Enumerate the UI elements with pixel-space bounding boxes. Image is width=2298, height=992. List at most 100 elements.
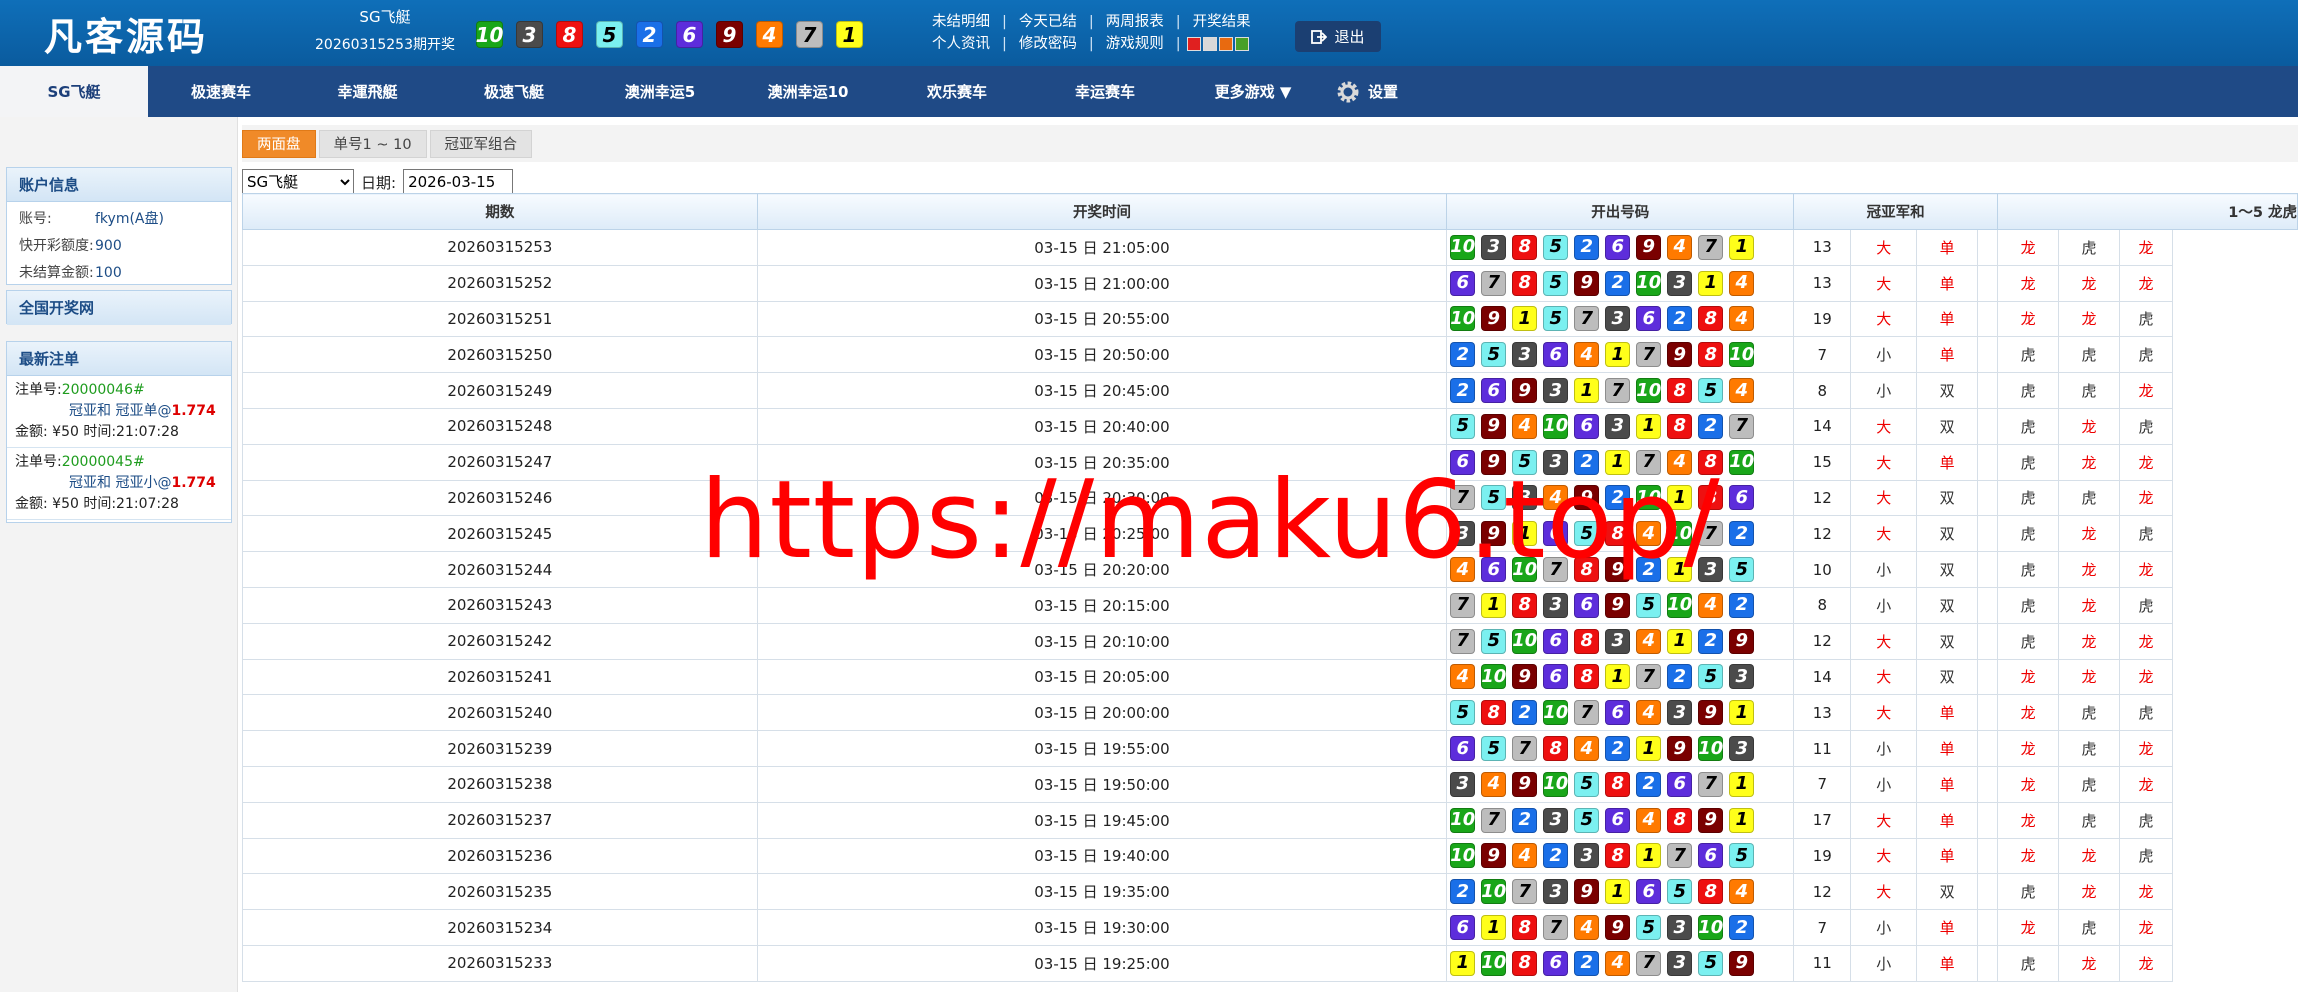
draw-balls: 2 6 9 3 1 7 10 8 5 4 bbox=[1450, 378, 1792, 404]
number-ball: 3 bbox=[1605, 628, 1631, 654]
nav-tab[interactable]: 欢乐赛车 bbox=[883, 66, 1031, 117]
size-cell: 大 bbox=[1850, 658, 1918, 696]
number-ball: 2 bbox=[1574, 449, 1600, 475]
link-separator: | bbox=[1088, 36, 1094, 52]
bet-type-tab[interactable]: 两面盘 bbox=[242, 129, 316, 158]
number-ball: 7 bbox=[1636, 342, 1662, 368]
sum-cell: 13 bbox=[1793, 264, 1852, 302]
number-ball: 3 bbox=[1729, 736, 1755, 762]
number-ball: 2 bbox=[1512, 700, 1538, 726]
number-ball: 5 bbox=[1698, 378, 1724, 404]
draw-balls: 6 7 8 5 9 2 10 3 1 4 bbox=[1450, 270, 1792, 296]
nav-tab[interactable]: SG飞艇 bbox=[0, 66, 148, 117]
number-ball: 9 bbox=[1574, 270, 1600, 296]
dragon-tiger-cell: 虎 bbox=[2058, 730, 2121, 767]
number-ball: 6 bbox=[1543, 628, 1569, 654]
number-ball: 6 bbox=[1605, 700, 1631, 726]
header-link[interactable]: 今天已结 bbox=[1019, 14, 1077, 30]
number-ball: 10 bbox=[1450, 807, 1475, 833]
draw-time-cell: 03-15 日 21:05:00 bbox=[756, 229, 1448, 266]
number-ball: 1 bbox=[1636, 413, 1662, 439]
national-draw-panel[interactable]: 全国开奖网 bbox=[6, 290, 232, 325]
balls-cell: 7 1 8 3 6 9 5 10 4 2 bbox=[1446, 586, 1795, 624]
game-select[interactable]: SG飞艇 bbox=[242, 169, 354, 195]
account-row: 账号: fkym(A盘) bbox=[7, 206, 231, 233]
number-ball: 8 bbox=[1698, 306, 1724, 332]
dragon-tiger-cell: 虎 bbox=[2119, 837, 2174, 875]
number-ball: 8 bbox=[1512, 592, 1538, 618]
draw-balls: 2 10 7 3 9 1 6 5 8 4 bbox=[1450, 879, 1792, 905]
nav-tab[interactable]: 澳洲幸运5 bbox=[587, 66, 733, 117]
sum-cell: 13 bbox=[1793, 229, 1852, 266]
number-ball: 4 bbox=[1729, 879, 1755, 905]
date-input[interactable] bbox=[403, 169, 514, 195]
balls-cell: 4 10 9 6 8 1 7 2 5 3 bbox=[1446, 658, 1795, 696]
dragon-tiger-cell: 龙 bbox=[2058, 443, 2121, 481]
balls-cell: 5 8 2 10 7 6 4 3 9 1 bbox=[1446, 694, 1795, 732]
number-ball: 5 bbox=[1729, 557, 1755, 583]
number-ball: 3 bbox=[1574, 843, 1600, 869]
dragon-tiger-cell: 龙 bbox=[2058, 300, 2121, 338]
table-row: 20260315246 03-15 日 20:30:00 7 5 3 4 9 2 10 1 8 6 12… bbox=[242, 479, 2298, 517]
site-logo[interactable]: 凡客源码 bbox=[44, 6, 208, 61]
header-link[interactable]: 开奖结果 bbox=[1193, 14, 1251, 30]
header-link[interactable]: 修改密码 bbox=[1019, 36, 1077, 52]
odd-even-cell: 双 bbox=[1916, 551, 1979, 588]
number-ball: 8 bbox=[1512, 950, 1538, 976]
number-ball: 7 bbox=[1450, 628, 1476, 654]
number-ball: 10 bbox=[1729, 449, 1754, 475]
nav-tab[interactable]: 极速赛车 bbox=[148, 66, 294, 117]
theme-color-swatch[interactable] bbox=[1202, 37, 1217, 51]
number-ball: 8 bbox=[1698, 342, 1724, 368]
spacer-cell bbox=[1977, 300, 1999, 338]
table-row: 20260315248 03-15 日 20:40:00 5 9 4 10 6 3 1 8 2 7 14… bbox=[242, 407, 2298, 445]
number-ball: 2 bbox=[1605, 736, 1631, 762]
number-ball: 5 bbox=[1450, 413, 1476, 439]
bet-type-tab[interactable]: 冠亚军组合 bbox=[429, 129, 533, 158]
national-draw-title[interactable]: 全国开奖网 bbox=[7, 291, 231, 325]
number-ball: 3 bbox=[1667, 915, 1693, 941]
header-link[interactable]: 个人资讯 bbox=[932, 36, 990, 52]
number-ball: 7 bbox=[796, 21, 823, 48]
logout-button[interactable]: 退出 bbox=[1295, 21, 1381, 52]
number-ball: 6 bbox=[1450, 449, 1476, 475]
table-row: 20260315251 03-15 日 20:55:00 10 9 1 5 7 3 6 2 8 4 19… bbox=[242, 300, 2298, 338]
dragon-tiger-cell: 虎 bbox=[1997, 515, 2060, 553]
nav-settings[interactable]: 设置 bbox=[1327, 66, 1407, 117]
number-ball: 1 bbox=[1698, 270, 1724, 296]
nav-tab[interactable]: 幸運飛艇 bbox=[294, 66, 441, 117]
theme-color-swatch[interactable] bbox=[1234, 37, 1249, 51]
nav-tab[interactable]: 更多游戏 ▼ bbox=[1179, 66, 1327, 117]
dragon-tiger-cell: 虎 bbox=[1997, 336, 2060, 374]
bet-type-tab[interactable]: 单号1 ~ 10 bbox=[318, 129, 427, 158]
sum-cell: 12 bbox=[1793, 479, 1852, 517]
theme-color-swatch[interactable] bbox=[1186, 37, 1201, 51]
number-ball: 3 bbox=[1729, 664, 1755, 690]
link-separator: | bbox=[1175, 14, 1181, 30]
number-ball: 4 bbox=[1574, 342, 1600, 368]
sum-cell: 14 bbox=[1793, 658, 1852, 696]
header-link[interactable]: 两周报表 bbox=[1106, 14, 1164, 30]
theme-color-swatch[interactable] bbox=[1218, 37, 1233, 51]
nav-tab[interactable]: 幸运赛车 bbox=[1031, 66, 1179, 117]
balls-cell: 6 1 8 7 4 9 5 3 10 2 bbox=[1446, 909, 1795, 946]
nav-tab[interactable]: 澳洲幸运10 bbox=[733, 66, 883, 117]
number-ball: 10 bbox=[1729, 342, 1754, 368]
number-ball: 7 bbox=[1450, 592, 1476, 618]
size-cell: 小 bbox=[1850, 730, 1918, 767]
nav-tab[interactable]: 极速飞艇 bbox=[441, 66, 587, 117]
col-balls-header: 开出号码 bbox=[1446, 193, 1795, 230]
dragon-tiger-cell: 虎 bbox=[1997, 586, 2060, 624]
header-link[interactable]: 游戏规则 bbox=[1106, 36, 1164, 52]
odd-even-cell: 单 bbox=[1916, 300, 1979, 338]
settings-label: 设置 bbox=[1367, 83, 1398, 101]
header-link[interactable]: 未结明细 bbox=[932, 14, 990, 30]
number-ball: 3 bbox=[1481, 234, 1507, 260]
dragon-tiger-cell: 龙 bbox=[1997, 300, 2060, 338]
number-ball: 5 bbox=[1636, 592, 1662, 618]
sum-cell: 17 bbox=[1793, 801, 1852, 839]
number-ball: 8 bbox=[1698, 449, 1724, 475]
table-row: 20260315239 03-15 日 19:55:00 6 5 7 8 4 2 1 9 10 3 11… bbox=[242, 730, 2298, 767]
number-ball: 10 bbox=[1636, 378, 1661, 404]
period-cell: 20260315235 bbox=[242, 873, 758, 911]
